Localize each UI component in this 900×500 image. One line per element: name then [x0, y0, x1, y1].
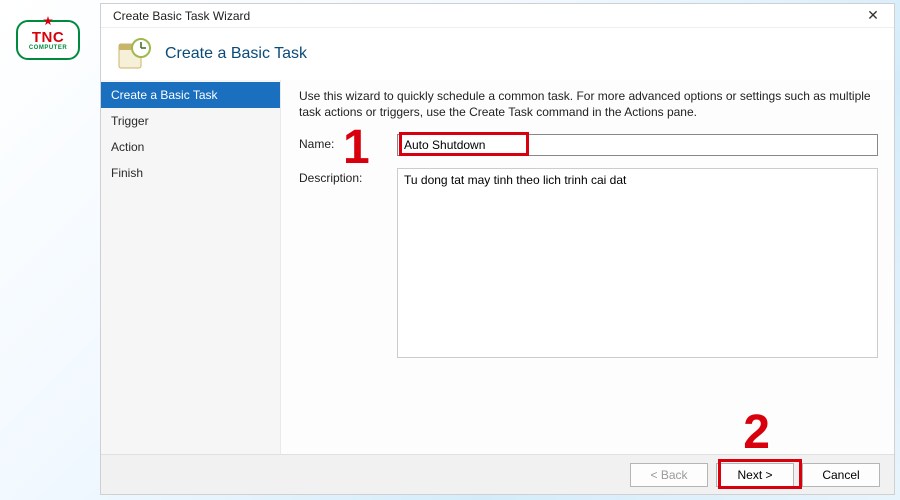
tnc-sub-text: COMPUTER — [29, 45, 67, 51]
description-row: Description: — [299, 168, 878, 358]
wizard-body: Create a Basic Task Trigger Action Finis… — [101, 80, 894, 454]
wizard-steps-panel: Create a Basic Task Trigger Action Finis… — [101, 80, 281, 454]
task-description-input[interactable] — [397, 168, 878, 358]
wizard-clock-icon — [115, 36, 151, 72]
titlebar: Create Basic Task Wizard ✕ — [101, 4, 894, 28]
task-name-input[interactable] — [397, 134, 878, 156]
wizard-window: Create Basic Task Wizard ✕ Create a Basi… — [100, 3, 895, 495]
wizard-button-bar: < Back Next > Cancel — [101, 454, 894, 494]
wizard-main-panel: Use this wizard to quickly schedule a co… — [281, 80, 894, 454]
wizard-header: Create a Basic Task — [101, 28, 894, 80]
next-button[interactable]: Next > — [716, 463, 794, 487]
tnc-logo: TNC COMPUTER — [16, 20, 80, 60]
tnc-brand-text: TNC — [32, 30, 64, 45]
close-icon: ✕ — [867, 7, 879, 24]
description-label: Description: — [299, 168, 379, 185]
name-label: Name: — [299, 134, 379, 151]
page-title: Create a Basic Task — [165, 45, 307, 63]
window-title: Create Basic Task Wizard — [113, 9, 250, 23]
cancel-button[interactable]: Cancel — [802, 463, 880, 487]
wizard-instructions: Use this wizard to quickly schedule a co… — [299, 88, 878, 120]
back-button[interactable]: < Back — [630, 463, 708, 487]
step-trigger[interactable]: Trigger — [101, 108, 280, 134]
step-create-basic-task[interactable]: Create a Basic Task — [101, 82, 280, 108]
star-icon — [43, 16, 53, 26]
name-row: Name: — [299, 134, 878, 156]
step-finish[interactable]: Finish — [101, 160, 280, 186]
close-button[interactable]: ✕ — [858, 6, 888, 26]
step-action[interactable]: Action — [101, 134, 280, 160]
